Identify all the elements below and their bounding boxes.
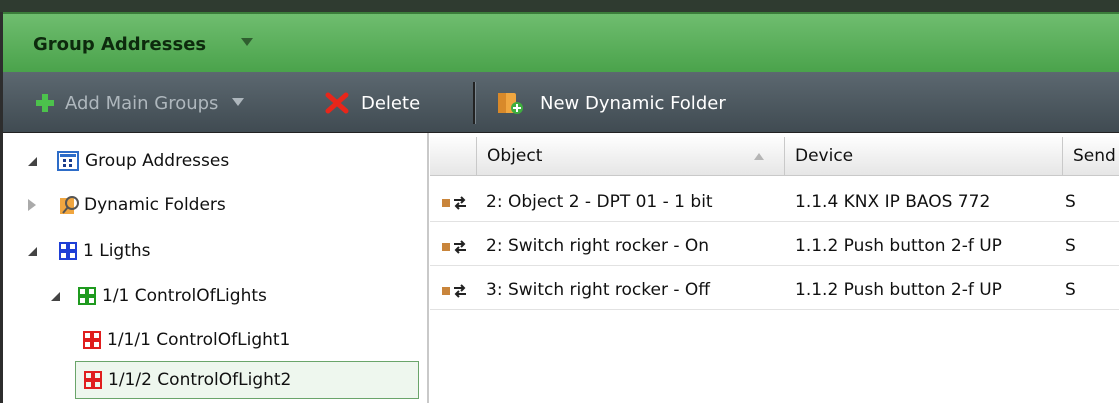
group-address-icon bbox=[84, 371, 102, 389]
cell-send: S bbox=[1065, 192, 1076, 212]
tree-item-main-group[interactable]: 1 Ligths bbox=[28, 231, 151, 271]
tree-item-label: Group Addresses bbox=[85, 151, 230, 171]
panel-title-bar: Group Addresses bbox=[3, 12, 1119, 74]
group-address-icon bbox=[83, 331, 101, 349]
tree-item-label: 1/1 ControlOfLights bbox=[102, 286, 267, 306]
cell-object: 3: Switch right rocker - Off bbox=[486, 280, 710, 300]
dynamic-folder-icon bbox=[60, 196, 79, 214]
tree-item-label: 1/1/1 ControlOfLight1 bbox=[107, 330, 291, 350]
table-row[interactable]: 2: Object 2 - DPT 01 - 1 bit 1.1.4 KNX I… bbox=[430, 182, 1119, 222]
column-header-device[interactable]: Device bbox=[785, 137, 1063, 175]
add-main-groups-button[interactable]: Add Main Groups bbox=[35, 90, 245, 116]
delete-button[interactable]: Delete bbox=[325, 90, 420, 116]
tree-item-group-address[interactable]: 1/1/1 ControlOfLight1 bbox=[83, 320, 290, 360]
expand-triangle-icon[interactable] bbox=[51, 291, 60, 301]
cell-object: 2: Object 2 - DPT 01 - 1 bit bbox=[486, 192, 713, 212]
tree-item-group-addresses[interactable]: Group Addresses bbox=[28, 141, 229, 181]
chevron-down-icon[interactable] bbox=[241, 38, 253, 46]
new-folder-icon bbox=[498, 93, 523, 114]
tree-item-group-address-selected[interactable]: 1/1/2 ControlOfLight2 bbox=[75, 361, 419, 399]
plus-icon bbox=[36, 94, 54, 112]
column-header-label: Object bbox=[487, 146, 543, 166]
group-addresses-icon bbox=[57, 151, 79, 171]
tree-item-dynamic-folders[interactable]: Dynamic Folders bbox=[28, 185, 226, 225]
cell-device: 1.1.4 KNX IP BAOS 772 bbox=[795, 192, 991, 212]
window-top-edge bbox=[0, 0, 1119, 12]
add-main-groups-label: Add Main Groups bbox=[65, 92, 219, 114]
toolbar: Add Main Groups Delete New Dynamic Folde… bbox=[3, 72, 1119, 133]
column-header-send[interactable]: Send bbox=[1063, 137, 1119, 175]
delete-label: Delete bbox=[361, 92, 421, 114]
new-dynamic-folder-button[interactable]: New Dynamic Folder bbox=[496, 90, 726, 116]
expand-triangle-icon[interactable] bbox=[28, 246, 37, 256]
column-header-label: Device bbox=[795, 146, 854, 166]
group-address-tree: Group Addresses Dynamic Folders 1 Ligths bbox=[3, 133, 429, 403]
new-dynamic-folder-label: New Dynamic Folder bbox=[540, 92, 726, 114]
cell-object: 2: Switch right rocker - On bbox=[486, 236, 710, 256]
communication-object-icon bbox=[442, 240, 466, 254]
communication-object-icon bbox=[442, 196, 466, 210]
toolbar-separator bbox=[473, 82, 476, 124]
tree-item-label: 1 Ligths bbox=[83, 241, 151, 261]
cell-device: 1.1.2 Push button 2-f UP bbox=[795, 280, 1002, 300]
main-group-icon bbox=[59, 242, 77, 260]
tree-item-middle-group[interactable]: 1/1 ControlOfLights bbox=[51, 276, 267, 316]
column-header-label: Send bbox=[1073, 146, 1116, 166]
delete-x-icon bbox=[325, 92, 349, 114]
tree-item-label: 1/1/2 ControlOfLight2 bbox=[108, 370, 292, 390]
column-header-object[interactable]: Object bbox=[477, 137, 785, 175]
cell-device: 1.1.2 Push button 2-f UP bbox=[795, 236, 1002, 256]
chevron-down-icon[interactable] bbox=[232, 98, 245, 108]
cell-send: S bbox=[1065, 280, 1076, 300]
tree-item-label: Dynamic Folders bbox=[84, 195, 226, 215]
cell-send: S bbox=[1065, 236, 1076, 256]
middle-group-icon bbox=[78, 287, 96, 305]
collapsed-triangle-icon[interactable] bbox=[28, 199, 36, 211]
objects-table: Object Device Send 2: Object 2 - DPT 01 … bbox=[430, 133, 1119, 403]
table-row[interactable]: 2: Switch right rocker - On 1.1.2 Push b… bbox=[430, 226, 1119, 266]
table-row[interactable]: 3: Switch right rocker - Off 1.1.2 Push … bbox=[430, 270, 1119, 310]
table-header: Object Device Send bbox=[430, 137, 1119, 176]
panel-title[interactable]: Group Addresses bbox=[33, 34, 206, 55]
expand-triangle-icon[interactable] bbox=[28, 156, 37, 166]
icon-column-header[interactable] bbox=[430, 137, 477, 175]
sort-ascending-icon bbox=[754, 153, 764, 160]
communication-object-icon bbox=[442, 284, 466, 298]
